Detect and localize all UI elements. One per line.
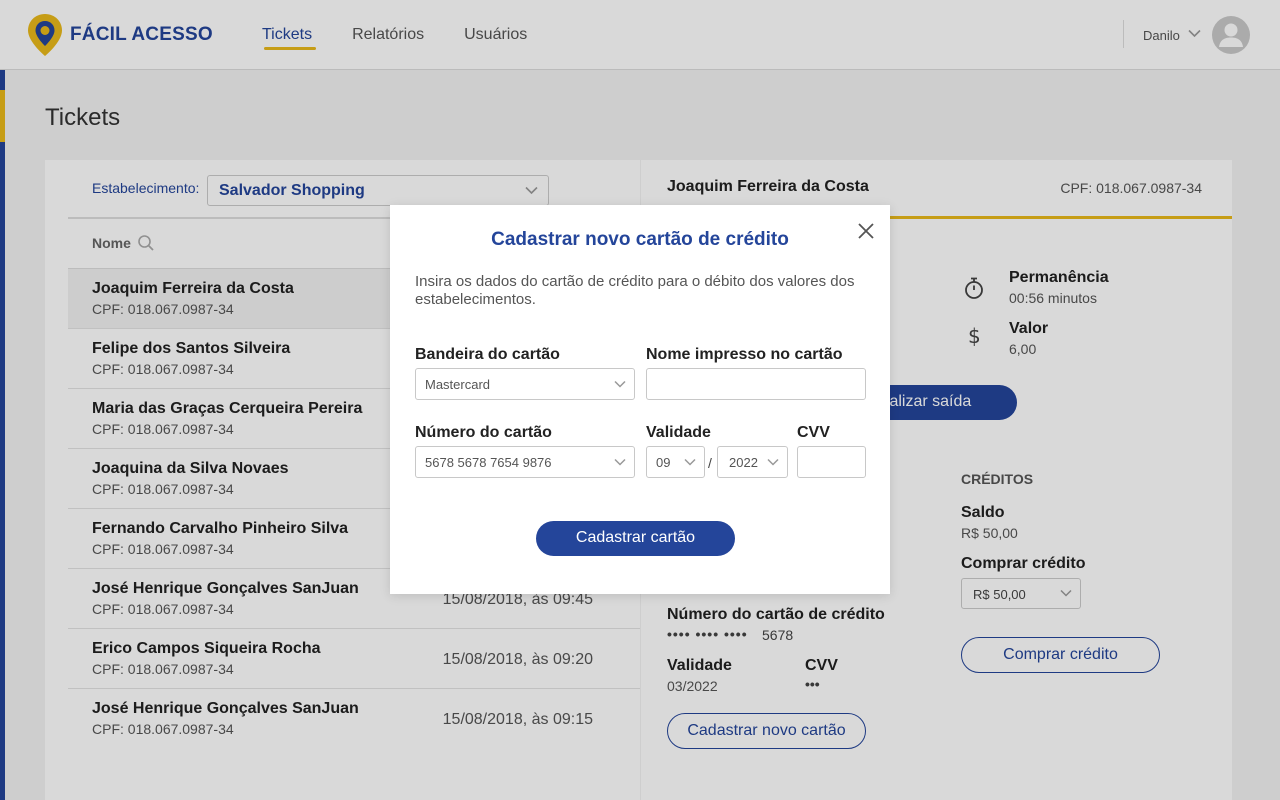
bandeira-label: Bandeira do cartão <box>415 346 560 363</box>
validade-ano-select[interactable]: 2022 <box>717 446 788 478</box>
bandeira-select[interactable]: Mastercard <box>415 368 635 400</box>
bandeira-value: Mastercard <box>425 377 491 392</box>
validade-mes-select[interactable]: 09 <box>646 446 705 478</box>
numero-cartao-label: Número do cartão <box>415 424 552 441</box>
modal-description: Insira os dados do cartão de crédito par… <box>415 273 855 308</box>
close-icon[interactable] <box>856 221 876 241</box>
new-credit-card-modal: Cadastrar novo cartão de crédito Insira … <box>390 205 890 594</box>
nome-impresso-label: Nome impresso no cartão <box>646 346 843 363</box>
chevron-down-icon <box>767 458 779 466</box>
chevron-down-icon <box>614 380 626 388</box>
cadastrar-cartao-button[interactable]: Cadastrar cartão <box>536 521 735 556</box>
cvv-label: CVV <box>797 424 830 441</box>
validade-label: Validade <box>646 424 711 441</box>
numero-cartao-value: 5678 5678 7654 9876 <box>425 455 552 470</box>
nome-impresso-input[interactable] <box>646 368 866 400</box>
chevron-down-icon <box>614 458 626 466</box>
numero-cartao-input[interactable]: 5678 5678 7654 9876 <box>415 446 635 478</box>
validade-mes-value: 09 <box>656 455 671 470</box>
modal-title: Cadastrar novo cartão de crédito <box>491 229 789 250</box>
cvv-input[interactable] <box>797 446 866 478</box>
chevron-down-icon <box>684 458 696 466</box>
validade-ano-value: 2022 <box>729 455 758 470</box>
validade-separator: / <box>708 455 712 471</box>
